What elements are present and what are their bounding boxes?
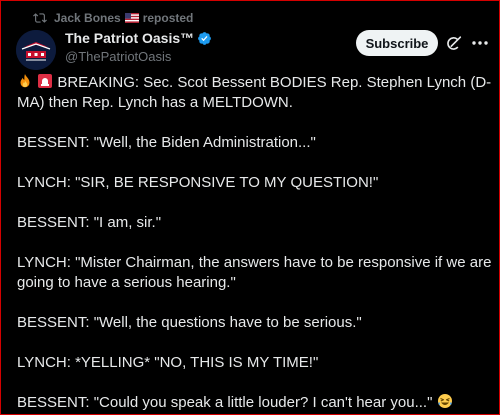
- verified-badge-icon: [198, 32, 212, 45]
- repost-label: reposted: [142, 11, 194, 25]
- tweet-line: LYNCH: "Mister Chairman, the answers hav…: [17, 254, 492, 271]
- tweet-text: BREAKING: Sec. Scot Bessent BODIES Rep. …: [17, 73, 492, 413]
- tweet-line: LYNCH: "SIR, BE RESPONSIVE TO MY QUESTIO…: [17, 174, 379, 191]
- subscribe-button[interactable]: Subscribe: [356, 30, 438, 56]
- tweet-line: BESSENT: "I am, sir.": [17, 214, 162, 231]
- patriot-oasis-logo-icon: [16, 30, 56, 70]
- repost-header[interactable]: Jack Bones reposted: [33, 11, 193, 25]
- tweet-line-text: BESSENT: "Could you speak a little loude…: [17, 394, 433, 411]
- tweet-line: BESSENT: "Well, the Biden Administration…: [17, 134, 316, 151]
- repost-user[interactable]: Jack Bones: [54, 11, 121, 25]
- tweet-line: BREAKING: Sec. Scot Bessent BODIES Rep. …: [17, 73, 491, 93]
- tweet-line: BESSENT: "Well, the questions have to be…: [17, 314, 362, 331]
- author-block[interactable]: The Patriot Oasis™ @ThePatriotOasis: [65, 30, 212, 65]
- tweet-line: LYNCH: *YELLING* "NO, THIS IS MY TIME!": [17, 354, 319, 371]
- tweet-line: MA) then Rep. Lynch has a MELTDOWN.: [17, 94, 293, 111]
- us-flag-icon: [124, 13, 139, 23]
- fire-emoji: [20, 74, 30, 88]
- handle[interactable]: @ThePatriotOasis: [65, 49, 212, 65]
- laughing-emoji: [437, 394, 452, 408]
- more-icon[interactable]: [471, 36, 489, 50]
- tweet-line-text: BREAKING: Sec. Scot Bessent BODIES Rep. …: [57, 74, 492, 91]
- siren-emoji: [38, 74, 53, 88]
- tweet-line: going to have a serious hearing.": [17, 274, 236, 291]
- tweet-line: BESSENT: "Could you speak a little loude…: [17, 393, 487, 413]
- avatar[interactable]: [16, 30, 56, 70]
- display-name[interactable]: The Patriot Oasis™: [65, 30, 194, 47]
- repost-icon: [33, 13, 47, 23]
- grok-icon[interactable]: [445, 34, 463, 52]
